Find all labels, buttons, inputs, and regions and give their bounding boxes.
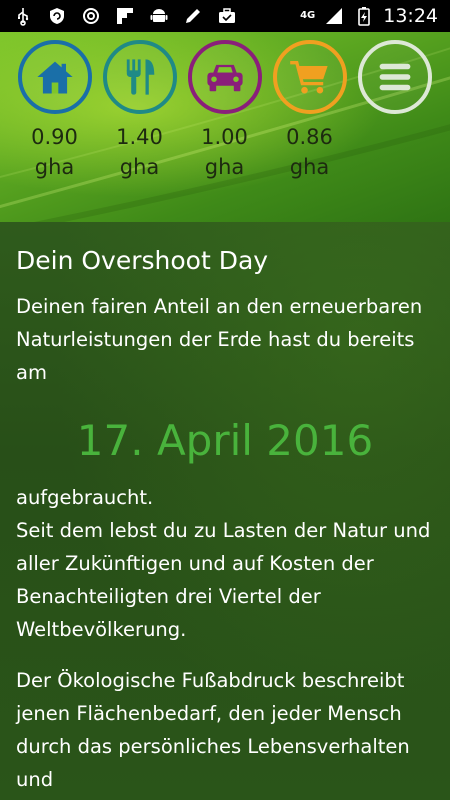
mobility-unit: gha	[204, 155, 245, 179]
menu-button[interactable]	[357, 40, 432, 114]
nav-item-housing[interactable]: 0.90 gha	[12, 40, 97, 180]
nav-item-menu[interactable]	[352, 40, 437, 180]
mobility-value: 1.00	[201, 125, 248, 149]
hamburger-menu-icon	[379, 63, 410, 91]
consumption-button[interactable]	[272, 40, 347, 114]
overshoot-date: 17. April 2016	[76, 416, 374, 465]
battery-charging-icon	[353, 5, 375, 27]
signal-icon	[323, 5, 345, 27]
nav-item-mobility[interactable]: 1.00 gha	[182, 40, 267, 180]
footprint-description: Der Ökologische Fußabdruck beschreibt je…	[16, 669, 410, 791]
fork-knife-icon	[126, 59, 154, 95]
consumption-value: 0.86	[286, 125, 333, 149]
sync-icon	[80, 5, 102, 27]
cart-icon	[289, 61, 328, 94]
housing-unit: gha	[34, 155, 75, 179]
footprint-nav: 0.90 gha 1.40 gha 1.00 gha 0.86 gha	[12, 40, 437, 180]
status-bar: 4G 13:24	[0, 0, 450, 32]
flipboard-icon	[114, 5, 136, 27]
briefcase-icon	[216, 5, 238, 27]
food-button[interactable]	[102, 40, 177, 114]
car-icon	[206, 64, 243, 92]
used-up-text: aufgebraucht.	[16, 486, 154, 509]
consequence-text: Seit dem lebst du zu Lasten der Natur un…	[16, 519, 431, 641]
network-type: 4G	[300, 10, 316, 21]
clock: 13:24	[383, 5, 438, 27]
app-screen: 4G 13:24 0.90 gha 1.40 gha 1.00 gha 0.86…	[0, 0, 450, 800]
shield-refresh-icon	[46, 5, 68, 27]
mobility-button[interactable]	[187, 40, 262, 114]
usb-icon	[12, 5, 34, 27]
housing-value: 0.90	[31, 125, 78, 149]
overshoot-content: Dein Overshoot Day Deinen fairen Anteil …	[0, 222, 450, 800]
food-unit: gha	[119, 155, 160, 179]
consumption-unit: gha	[289, 155, 330, 179]
nav-item-consumption[interactable]: 0.86 gha	[267, 40, 352, 180]
nav-item-food[interactable]: 1.40 gha	[97, 40, 182, 180]
house-icon	[36, 61, 73, 94]
android-icon	[148, 5, 170, 27]
intro-text: Deinen fairen Anteil an den erneuerbaren…	[16, 295, 423, 384]
housing-button[interactable]	[17, 40, 92, 114]
header: 0.90 gha 1.40 gha 1.00 gha 0.86 gha	[0, 32, 450, 222]
food-value: 1.40	[116, 125, 163, 149]
page-title: Dein Overshoot Day	[16, 246, 269, 275]
pen-icon	[182, 5, 204, 27]
